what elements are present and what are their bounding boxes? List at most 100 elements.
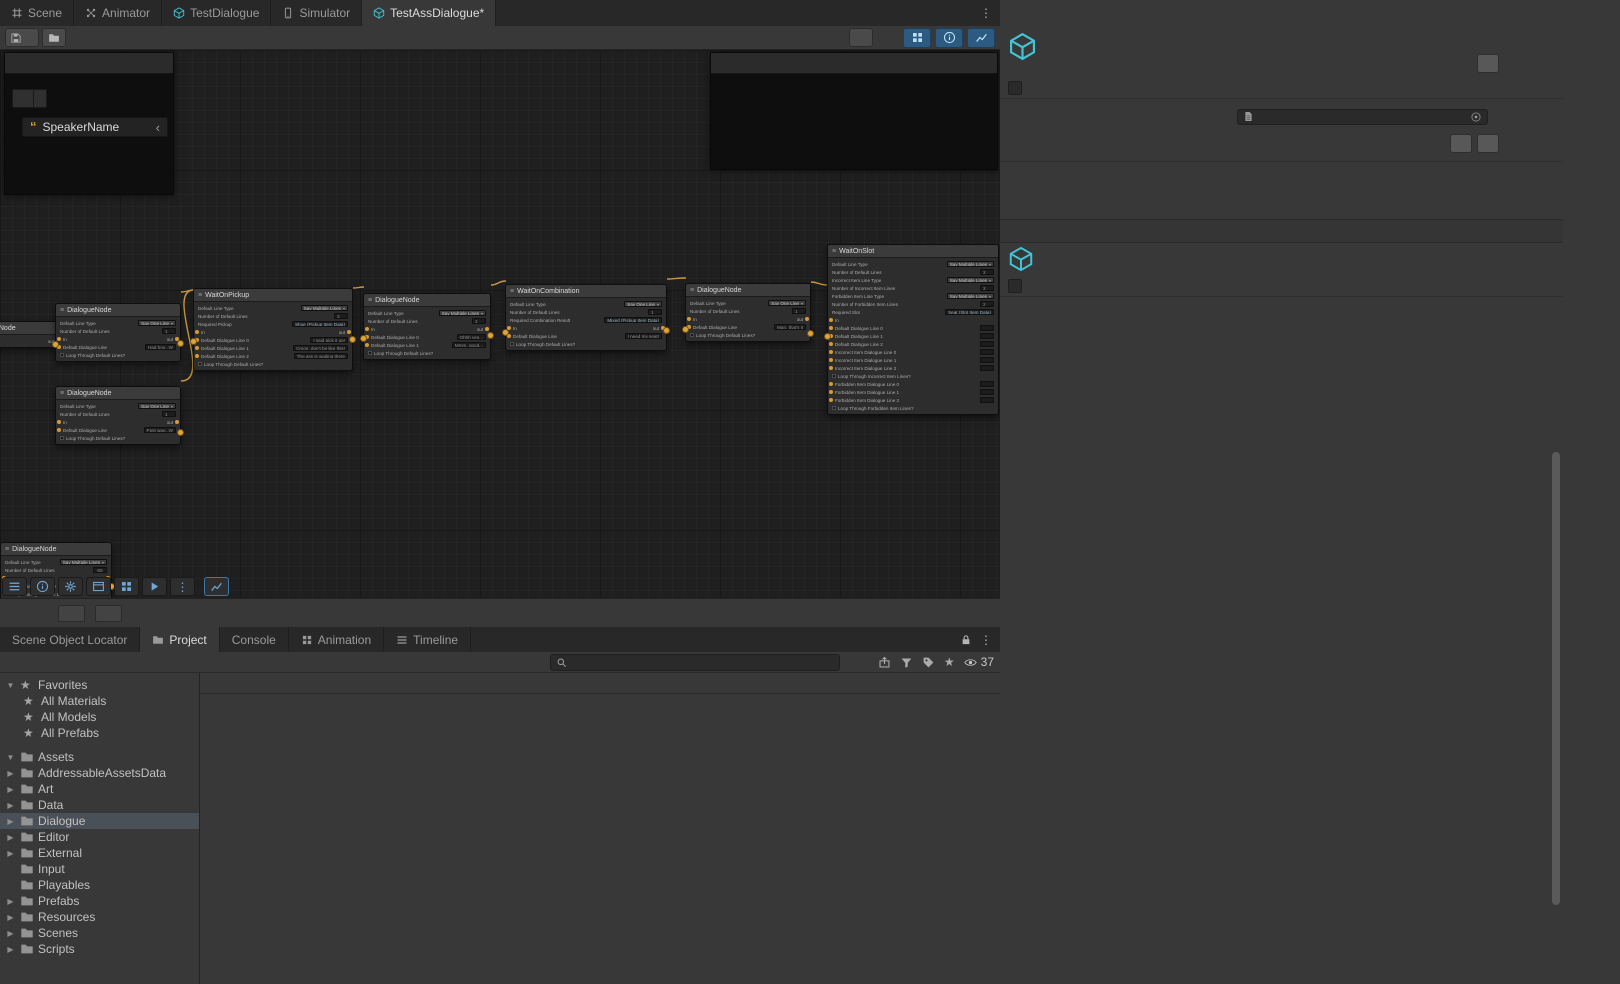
expand-arrow-icon[interactable]: ▶ xyxy=(5,945,16,954)
node-enum-dropdown[interactable]: Say Multiple Lines xyxy=(439,310,486,316)
tree-item-editor[interactable]: ▶Editor xyxy=(0,829,199,845)
node-enum-dropdown[interactable]: Say One Line xyxy=(624,301,662,307)
tree-item-prefabs[interactable]: ▶Prefabs xyxy=(0,893,199,909)
node-toggle[interactable] xyxy=(60,353,64,357)
foldout-arrow-icon[interactable]: ▼ xyxy=(5,753,16,762)
minimap-button[interactable] xyxy=(204,577,229,596)
node-title[interactable]: ≡DialogueNode xyxy=(1,543,111,556)
node-line-field[interactable] xyxy=(980,349,994,355)
node-out-port[interactable] xyxy=(349,336,356,343)
tools-button[interactable] xyxy=(58,577,83,596)
node-line-field[interactable]: The ass is waiting there xyxy=(294,353,348,359)
line-port-icon[interactable] xyxy=(829,342,833,346)
graph-canvas[interactable]: ≡StartNodeout≡DialogueNodeDefault Line T… xyxy=(0,50,1000,598)
expand-arrow-icon[interactable]: ▶ xyxy=(5,849,16,858)
graph-node-waitonslot[interactable]: ≡WaitOnSlotDefault Line TypeSay Multiple… xyxy=(827,244,999,415)
input-port-icon[interactable] xyxy=(365,327,369,331)
line-port-icon[interactable] xyxy=(195,346,199,350)
console-button[interactable] xyxy=(2,577,27,596)
node-line-field[interactable]: Ohhh yes... xyxy=(457,334,487,340)
panel-tab-console[interactable]: Console xyxy=(220,627,289,652)
node-line-field[interactable]: Had boy...W xyxy=(145,344,176,350)
node-number-field[interactable]: 2 xyxy=(980,301,994,307)
input-port-icon[interactable] xyxy=(829,318,833,322)
tree-item-dialogue[interactable]: ▶Dialogue xyxy=(0,813,199,829)
graph-node-dialoguenode[interactable]: ≡DialogueNodeDefault Line TypeSay One Li… xyxy=(55,386,181,445)
editor-tab-testassdialogue[interactable]: TestAssDialogue* xyxy=(362,0,496,26)
node-enum-dropdown[interactable]: Say One Line xyxy=(138,403,176,409)
node-out-port[interactable] xyxy=(177,340,184,347)
open-button[interactable] xyxy=(1477,54,1499,73)
panel-tab-scene-object-locator[interactable]: Scene Object Locator xyxy=(0,627,140,652)
output-port-icon[interactable] xyxy=(347,330,351,334)
node-out-port[interactable] xyxy=(663,327,670,334)
node-line-field[interactable]: Cmon, don't be like this! xyxy=(293,345,348,351)
graph-node-dialoguenode[interactable]: ≡DialogueNodeDefault Line TypeSay Multip… xyxy=(363,293,491,360)
save-graph-button[interactable] xyxy=(5,28,39,47)
output-port-icon[interactable] xyxy=(175,420,179,424)
hidden-count[interactable]: 37 xyxy=(964,655,994,669)
expand-arrow-icon[interactable]: ▶ xyxy=(5,817,16,826)
output-port-icon[interactable] xyxy=(805,317,809,321)
node-toggle[interactable] xyxy=(832,406,836,410)
editor-tab-testdialogue[interactable]: TestDialogue xyxy=(162,0,271,26)
node-toggle[interactable] xyxy=(832,374,836,378)
tree-item-all-models[interactable]: ★All Models xyxy=(0,709,199,725)
node-line-field[interactable] xyxy=(980,333,994,339)
expand-arrow-icon[interactable]: ▶ xyxy=(5,897,16,906)
node-title[interactable]: ≡DialogueNode xyxy=(56,304,180,317)
node-number-field[interactable]: 2 xyxy=(472,318,486,324)
input-port-icon[interactable] xyxy=(57,420,61,424)
line-port-icon[interactable] xyxy=(829,390,833,394)
package-icon[interactable] xyxy=(878,656,891,669)
node-line-field[interactable]: I said pick it up! xyxy=(310,337,348,343)
object-picker-icon[interactable] xyxy=(1470,111,1482,123)
open-graph-button[interactable] xyxy=(42,28,66,47)
node-line-field[interactable] xyxy=(980,381,994,387)
node-number-field[interactable]: 3 xyxy=(980,269,994,275)
tree-item-input[interactable]: Input xyxy=(0,861,199,877)
line-port-icon[interactable] xyxy=(829,358,833,362)
graph-node-waitonpickup[interactable]: ≡WaitOnPickupDefault Line TypeSay Multip… xyxy=(193,288,353,371)
graph-node-waitoncombination[interactable]: ≡WaitOnCombinationDefault Line TypeSay O… xyxy=(505,284,667,351)
node-enum-dropdown[interactable]: Say Multiple Lines xyxy=(947,261,994,267)
expand-arrow-icon[interactable]: ▶ xyxy=(5,833,16,842)
next-error-button[interactable] xyxy=(95,605,122,622)
tree-item-data[interactable]: ▶Data xyxy=(0,797,199,813)
script-object-field[interactable] xyxy=(1237,109,1488,125)
line-port-icon[interactable] xyxy=(829,326,833,330)
node-enum-dropdown[interactable]: Say Multiple Lines xyxy=(947,293,994,299)
panel-tab-animation[interactable]: Animation xyxy=(289,627,384,652)
node-enum-dropdown[interactable]: Say Multiple Lines xyxy=(301,305,348,311)
tree-item-art[interactable]: ▶Art xyxy=(0,781,199,797)
node-number-field[interactable]: 1 xyxy=(162,328,176,334)
node-in-port[interactable] xyxy=(682,326,689,333)
graph-options-button[interactable] xyxy=(849,28,873,47)
node-number-field[interactable]: 1 xyxy=(648,309,662,315)
save-search-icon[interactable]: ★ xyxy=(944,655,955,669)
apply-button[interactable] xyxy=(1477,134,1499,153)
node-line-field[interactable]: Mmm, good... xyxy=(452,342,486,348)
more-button[interactable]: ⋮ xyxy=(170,577,195,596)
node-title[interactable]: ≡WaitOnPickup xyxy=(194,289,352,302)
expand-arrow-icon[interactable]: ▶ xyxy=(5,929,16,938)
node-line-field[interactable]: I need my seat! xyxy=(625,333,662,339)
graph-node-dialoguenode[interactable]: ≡DialogueNodeDefault Line TypeSay One Li… xyxy=(55,303,181,362)
line-port-icon[interactable] xyxy=(829,382,833,386)
lock-icon[interactable] xyxy=(960,634,972,646)
node-number-field[interactable]: 1 xyxy=(792,308,806,314)
line-port-icon[interactable] xyxy=(195,354,199,358)
graph-edge[interactable] xyxy=(491,281,506,285)
grid-button[interactable] xyxy=(114,577,139,596)
node-out-port[interactable] xyxy=(177,429,184,436)
editor-tab-simulator[interactable]: Simulator xyxy=(271,0,362,26)
node-enum-dropdown[interactable]: Say Multiple Lines xyxy=(947,277,994,283)
revert-button[interactable] xyxy=(1450,134,1472,153)
play-button[interactable] xyxy=(142,577,167,596)
node-object-field[interactable]: Mixed (Pickup Item Data) xyxy=(604,317,662,323)
collapse-left-icon[interactable]: ‹ xyxy=(156,120,160,135)
node-in-port[interactable] xyxy=(52,341,59,348)
expand-arrow-icon[interactable]: ▶ xyxy=(5,913,16,922)
tree-item-playables[interactable]: Playables xyxy=(0,877,199,893)
node-toggle[interactable] xyxy=(60,436,64,440)
